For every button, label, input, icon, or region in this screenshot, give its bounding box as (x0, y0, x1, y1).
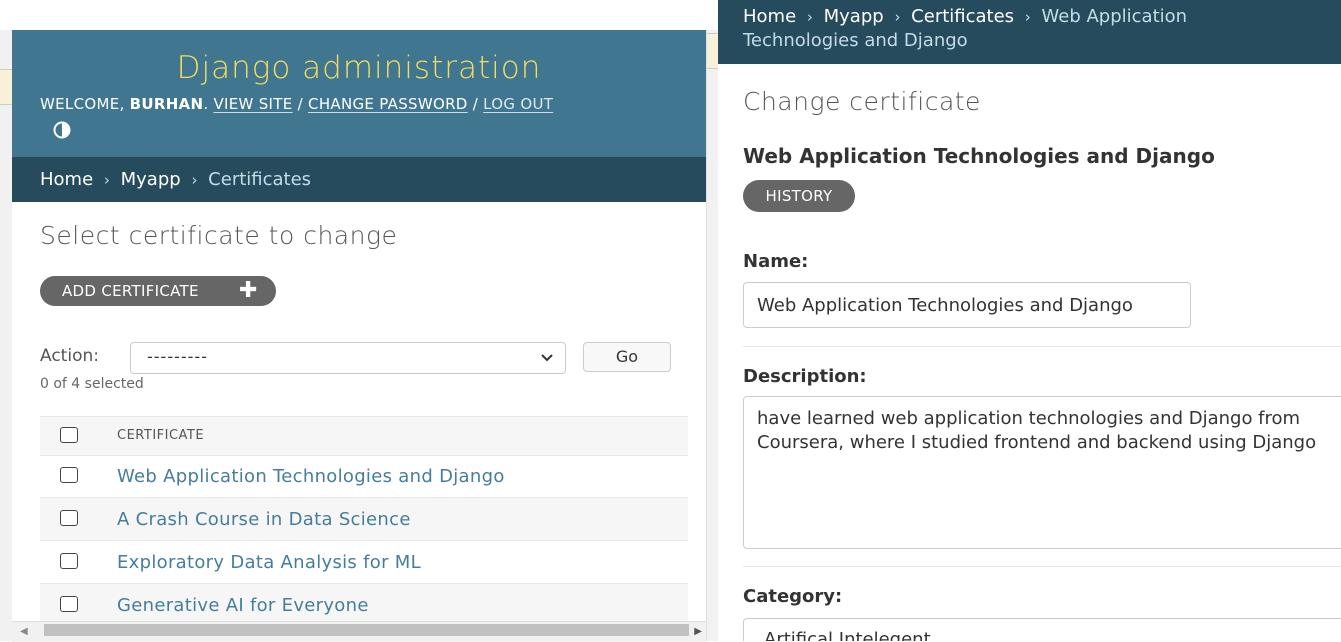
add-certificate-label: Add certificate (62, 282, 199, 300)
divider (743, 566, 1341, 567)
certificate-link[interactable]: Generative AI for Everyone (117, 595, 369, 616)
period: . (203, 95, 209, 113)
breadcrumb-current: Certificates (208, 169, 312, 190)
action-select[interactable]: --------- (130, 342, 566, 374)
action-selected-value: --------- (147, 347, 208, 366)
certificate-link[interactable]: Web Application Technologies and Django (117, 466, 505, 487)
selection-counter: 0 of 4 selected (40, 376, 144, 392)
scroll-left-icon[interactable]: ◀ (20, 626, 28, 637)
scroll-right-icon[interactable]: ▶ (694, 626, 702, 637)
site-name[interactable]: Django administration (12, 50, 706, 86)
breadcrumb-app[interactable]: Myapp (121, 169, 181, 190)
welcome-text: Welcome, (40, 95, 125, 113)
description-value: have learned web application technologie… (757, 408, 1317, 453)
breadcrumb-separator: › (894, 8, 901, 26)
breadcrumb-separator: › (806, 8, 813, 26)
separator: / (472, 95, 479, 113)
breadcrumb-separator: › (103, 171, 110, 189)
page-title: Change certificate (743, 87, 981, 116)
change-password-link[interactable]: Change password (308, 95, 468, 113)
breadcrumb-separator: › (1024, 8, 1031, 26)
breadcrumb: Home › Myapp › Certificates (12, 157, 706, 202)
view-site-link[interactable]: View site (213, 95, 292, 113)
column-header-certificate[interactable]: Certificate (117, 428, 204, 443)
row-checkbox[interactable] (60, 596, 78, 612)
page-title: Select certificate to change (40, 221, 398, 250)
table-header-row: Certificate (40, 416, 688, 456)
breadcrumb-app[interactable]: Myapp (824, 6, 884, 27)
row-checkbox[interactable] (60, 553, 78, 569)
action-label: Action: (40, 346, 99, 366)
breadcrumb-home[interactable]: Home (40, 169, 93, 190)
certificate-link[interactable]: Exploratory Data Analysis for ML (117, 552, 421, 573)
history-button[interactable]: History (743, 180, 855, 212)
add-certificate-button[interactable]: Add certificate ✚ (40, 276, 276, 306)
changelist-panel: Django administration Welcome, Burhan. V… (12, 30, 706, 641)
row-checkbox[interactable] (60, 510, 78, 526)
plus-icon: ✚ (239, 278, 258, 303)
browser-whitespace (0, 0, 718, 30)
go-button[interactable]: Go (583, 342, 671, 372)
description-textarea[interactable]: have learned web application technologie… (743, 396, 1341, 549)
breadcrumb-home[interactable]: Home (743, 6, 796, 27)
scrollbar-thumb[interactable] (44, 624, 689, 636)
category-label: Category: (743, 586, 843, 607)
category-value: Artifical Intelegent (764, 629, 931, 641)
divider (743, 346, 1341, 347)
theme-toggle-icon[interactable] (53, 121, 71, 139)
object-title: Web Application Technologies and Django (743, 144, 1215, 168)
table-row: A Crash Course in Data Science (40, 498, 688, 541)
name-input-value: Web Application Technologies and Django (757, 295, 1133, 316)
certificate-link[interactable]: A Crash Course in Data Science (117, 509, 411, 530)
change-form-panel: Home › Myapp › Certificates › Web Applic… (718, 0, 1341, 641)
name-label: Name: (743, 251, 809, 272)
breadcrumb-separator: › (191, 171, 198, 189)
breadcrumb: Home › Myapp › Certificates › Web Applic… (718, 0, 1341, 64)
table-row: Web Application Technologies and Django (40, 455, 688, 498)
username: Burhan (129, 95, 204, 113)
chevron-down-icon (541, 354, 553, 362)
row-checkbox[interactable] (60, 467, 78, 483)
breadcrumb-model[interactable]: Certificates (911, 6, 1014, 27)
select-all-checkbox[interactable] (60, 427, 78, 443)
edge-marker (0, 69, 12, 105)
name-input[interactable]: Web Application Technologies and Django (743, 282, 1191, 328)
separator: / (297, 95, 303, 113)
log-out-link[interactable]: Log out (483, 95, 553, 113)
admin-header: Django administration Welcome, Burhan. V… (12, 30, 706, 157)
description-label: Description: (743, 366, 867, 387)
horizontal-scrollbar[interactable]: ◀ ▶ (12, 621, 706, 642)
category-select[interactable]: Artifical Intelegent (743, 618, 1341, 641)
table-row: Exploratory Data Analysis for ML (40, 541, 688, 584)
user-tools: Welcome, Burhan. View site / Change pass… (40, 95, 700, 113)
